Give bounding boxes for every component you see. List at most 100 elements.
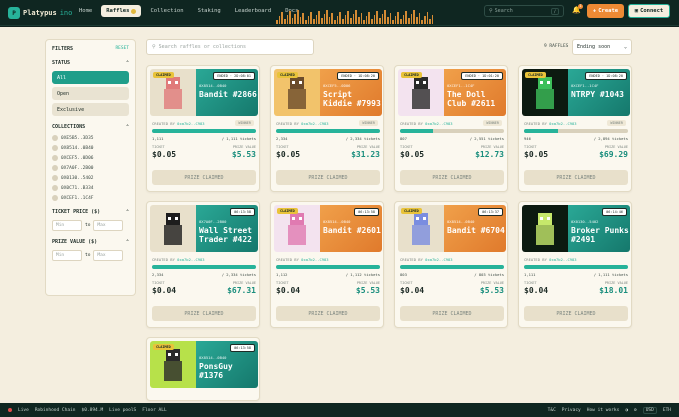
progress-fill <box>152 129 256 133</box>
status-exclusive-button[interactable]: Exclusive <box>52 103 129 116</box>
ticket-label: TICKET <box>276 281 289 285</box>
nav-home[interactable]: Home <box>74 5 97 17</box>
nav-leaderboard[interactable]: Leaderboard <box>230 5 276 17</box>
theme-toggle-icon[interactable]: ◑ <box>625 408 628 413</box>
ticket-progress-bar <box>276 129 380 133</box>
status-badge: 06:14:46 <box>602 208 627 216</box>
reset-filters-button[interactable]: RESET <box>115 46 129 52</box>
tickets-total: / 2,334 tickets <box>345 136 380 141</box>
winner-badge: WINNER <box>359 120 378 126</box>
raffle-card[interactable]: 0X8514..0B40 Bandit #2866 CLAIMED ENDED … <box>146 65 260 192</box>
raffle-card[interactable]: 0X7A0F..2B00 Wall Street Trader #422 06:… <box>146 201 260 328</box>
currency-usd-toggle[interactable]: USD <box>642 406 657 414</box>
ticket-min-input[interactable]: Min <box>52 220 82 231</box>
nav-staking[interactable]: Staking <box>193 5 226 17</box>
prize-claimed-button[interactable]: PRIZE CLAIMED <box>152 170 256 185</box>
ticker-bar <box>318 11 320 24</box>
raffle-search-input[interactable]: ⚲ Search raffles or collections <box>146 39 314 55</box>
ticker-bar <box>286 15 289 24</box>
claimed-badge: CLAIMED <box>401 208 422 214</box>
collection-filter-item[interactable]: 0X0130..5402 <box>52 175 129 181</box>
tickets-total: / 803 tickets <box>474 272 504 277</box>
winner-badge: WINNER <box>607 120 626 126</box>
ticker-bar <box>392 20 394 24</box>
creator-address[interactable]: 0xa7b2..C983 <box>177 257 204 262</box>
prize-claimed-button[interactable]: PRIZE CLAIMED <box>400 170 504 185</box>
ticker-bar <box>357 17 360 24</box>
card-collection: 0XCEF1..1C4F <box>447 83 475 88</box>
sort-select[interactable]: Ending soon ⌄ <box>572 39 632 55</box>
ticker-bar <box>305 20 307 24</box>
creator-address[interactable]: 0xa7b2..C983 <box>549 121 576 126</box>
card-collection: 0X0130..5402 <box>571 219 599 224</box>
prize-claimed-button[interactable]: PRIZE CLAIMED <box>276 306 380 321</box>
collection-filter-item[interactable]: 0XCEF5..0D06 <box>52 155 129 161</box>
prize-min-input[interactable]: Min <box>52 250 82 261</box>
connect-button[interactable]: ▣ Connect <box>628 4 670 18</box>
creator-line: CREATED BY 0xa7b2..C983 <box>152 121 205 126</box>
footer-link-privacy[interactable]: Privacy <box>562 408 581 413</box>
ticket-price-range: Min to Max <box>52 220 129 231</box>
currency-eth-toggle[interactable]: ETH <box>663 408 671 413</box>
prize-value: $5.53 <box>479 286 504 295</box>
prize-claimed-button[interactable]: PRIZE CLAIMED <box>152 306 256 321</box>
creator-address[interactable]: 0xa7b2..C983 <box>425 257 452 262</box>
creator-address[interactable]: 0xa7b2..C983 <box>301 257 328 262</box>
ticker-bar <box>378 18 381 24</box>
creator-address[interactable]: 0xa7b2..C983 <box>177 121 204 126</box>
ticket-max-input[interactable]: Max <box>93 220 124 231</box>
collection-filter-item[interactable]: 0X8514..0B40 <box>52 145 129 151</box>
ticker-bar <box>312 19 315 24</box>
creator-line: CREATED BY 0xa7b2..C983 <box>152 257 205 262</box>
prize-value-section-header[interactable]: PRIZE VALUE ($) ⌃ <box>52 239 129 245</box>
prize-value-range: Min to Max <box>52 250 129 261</box>
create-button[interactable]: + Create <box>587 4 624 18</box>
ticker-bar <box>423 16 426 24</box>
ticker-bar <box>328 17 331 24</box>
status-all-button[interactable]: All <box>52 71 129 84</box>
raffle-card[interactable]: 0X0130..5402 Broker Punks #2491 06:14:46… <box>518 201 632 328</box>
settings-icon[interactable]: ⚙ <box>634 408 637 413</box>
status-badge: ENDED · 1D:08:20 <box>585 72 627 80</box>
nav-raffles[interactable]: Raffles <box>101 5 142 17</box>
raffle-card[interactable]: 0X8514..0B40 PonsGuy #1376 CLAIMED 06:13… <box>146 337 260 401</box>
top-search-input[interactable]: ⚲ Search / <box>484 5 564 17</box>
prize-claimed-button[interactable]: PRIZE CLAIMED <box>524 306 628 321</box>
prize-max-input[interactable]: Max <box>93 250 124 261</box>
ticker-bar <box>386 17 389 24</box>
status-open-button[interactable]: Open <box>52 87 129 100</box>
prize-claimed-button[interactable]: PRIZE CLAIMED <box>276 170 380 185</box>
tickets-sold: 1,111 <box>152 136 164 141</box>
prize-claimed-button[interactable]: PRIZE CLAIMED <box>524 170 628 185</box>
prize-claimed-button[interactable]: PRIZE CLAIMED <box>400 306 504 321</box>
ticket-price-section-header[interactable]: TICKET PRICE ($) ⌃ <box>52 209 129 215</box>
nft-art-icon <box>164 213 182 245</box>
status-section-header[interactable]: STATUS ⌃ <box>52 60 129 66</box>
collection-filter-item[interactable]: 0X7A0F..2B00 <box>52 165 129 171</box>
card-collection: 0X8514..0B40 <box>447 219 475 224</box>
card-header: 0X7A0F..2B00 Wall Street Trader #422 06:… <box>150 205 258 252</box>
nav-collection[interactable]: Collection <box>145 5 188 17</box>
raffle-card[interactable]: 0XCEF1..1C4F NTRPY #1043 CLAIMED ENDED ·… <box>518 65 632 192</box>
collections-section-header[interactable]: COLLECTIONS ⌃ <box>52 124 129 130</box>
ticker-bar <box>281 12 283 24</box>
collection-avatar <box>52 135 58 141</box>
raffle-card[interactable]: 0X8514..0B40 Bandit #6704 CLAIMED 06:13:… <box>394 201 508 328</box>
collection-filter-item[interactable]: 0XE5B5..3D35 <box>52 135 129 141</box>
logo[interactable]: P Platypus ino <box>8 7 72 19</box>
raffle-card[interactable]: 0X8514..0B40 Bandit #2601 CLAIMED 06:13:… <box>270 201 384 328</box>
collection-filter-item[interactable]: 0X0C71..B334 <box>52 185 129 191</box>
collection-filter-item[interactable]: 0XCEF1..1C4F <box>52 195 129 201</box>
footer-link-tc[interactable]: T&C <box>548 408 556 413</box>
footer-link-how[interactable]: How it works <box>587 408 620 413</box>
raffle-card[interactable]: 0XCEF5..0D06 Script Kiddie #7993 CLAIMED… <box>270 65 384 192</box>
collection-avatar <box>52 195 58 201</box>
creator-address[interactable]: 0xa7b2..C983 <box>301 121 328 126</box>
ticker-bar <box>339 12 342 24</box>
ticker-bar <box>320 18 323 24</box>
creator-address[interactable]: 0xa7b2..C983 <box>425 121 452 126</box>
raffle-card[interactable]: 0XCEF1..1C4F The Doll Club #2611 CLAIMED… <box>394 65 508 192</box>
creator-address[interactable]: 0xa7b2..C983 <box>549 257 576 262</box>
ticker-bar <box>323 14 326 24</box>
progress-fill <box>276 265 380 269</box>
